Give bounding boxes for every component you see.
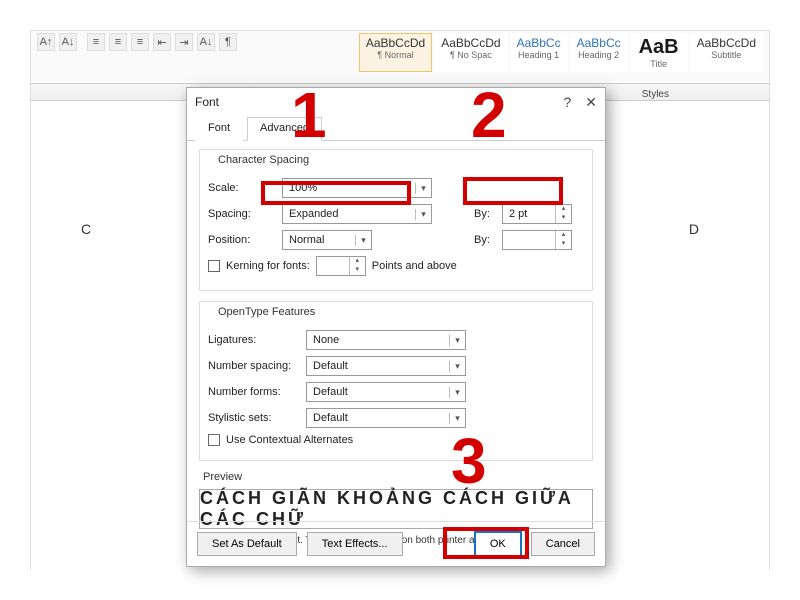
style-preview: AaB (637, 36, 681, 59)
tab-font[interactable]: Font (195, 117, 243, 141)
numforms-value: Default (307, 386, 449, 398)
by1-spinner[interactable]: 2 pt ▴▾ (502, 204, 572, 224)
contextual-checkbox[interactable]: Use Contextual Alternates (208, 434, 353, 446)
chevron-down-icon[interactable]: ▾ (449, 335, 465, 346)
numforms-label: Number forms: (208, 386, 300, 398)
doc-char-left: C (81, 221, 91, 237)
chevron-down-icon[interactable]: ▾ (449, 387, 465, 398)
help-button[interactable]: ? (563, 94, 571, 111)
font-grow-icon[interactable]: A↑ (37, 33, 55, 51)
points-label: Points and above (372, 260, 457, 272)
kerning-spinner[interactable]: ▴▾ (316, 256, 366, 276)
style-preview: AaBbCcDd (697, 36, 756, 50)
ligatures-value: None (307, 334, 449, 346)
ok-button[interactable]: OK (475, 532, 521, 556)
ligatures-label: Ligatures: (208, 334, 300, 346)
spinner-icon[interactable]: ▴▾ (349, 257, 365, 275)
style-name: Subtitle (697, 50, 756, 60)
style-item-3[interactable]: AaBbCcHeading 2 (570, 33, 628, 72)
group-preview: Preview (199, 471, 246, 483)
styles-group-label: Styles (642, 89, 669, 100)
style-item-4[interactable]: AaBTitle (630, 33, 688, 72)
style-item-0[interactable]: AaBbCcDd¶ Normal (359, 33, 432, 72)
style-item-5[interactable]: AaBbCcDdSubtitle (690, 33, 763, 72)
text-effects-button[interactable]: Text Effects... (307, 532, 403, 556)
position-value: Normal (283, 234, 355, 246)
styles-gallery[interactable]: AaBbCcDd¶ NormalAaBbCcDd¶ No SpacAaBbCcH… (359, 33, 763, 72)
by1-value: 2 pt (503, 208, 555, 220)
scale-combo[interactable]: 100% ▾ (282, 178, 432, 198)
numforms-combo[interactable]: Default ▾ (306, 382, 466, 402)
style-name: Title (637, 59, 681, 69)
dialog-titlebar[interactable]: Font ? ✕ (187, 88, 605, 116)
kerning-label: Kerning for fonts: (226, 260, 310, 272)
numspacing-combo[interactable]: Default ▾ (306, 356, 466, 376)
dialog-tabs: Font Advanced (187, 116, 605, 141)
scale-label: Scale: (208, 182, 276, 194)
spinner-icon[interactable]: ▴▾ (555, 205, 571, 223)
spacing-value: Expanded (283, 208, 415, 220)
chevron-down-icon[interactable]: ▾ (415, 209, 431, 220)
ribbon: A↑ A↓ ≡ ≡ ≡ ⇤ ⇥ A↓ ¶ AaBbCcDd¶ NormalAaB… (31, 31, 769, 81)
indent-inc-icon[interactable]: ⇥ (175, 33, 193, 51)
spacing-combo[interactable]: Expanded ▾ (282, 204, 432, 224)
group-opentype: OpenType Features (214, 306, 319, 318)
stylistic-value: Default (307, 412, 449, 424)
style-name: Heading 1 (517, 50, 561, 60)
ligatures-combo[interactable]: None ▾ (306, 330, 466, 350)
font-dialog: Font ? ✕ Font Advanced Character Spacing… (186, 87, 606, 567)
word-window: A↑ A↓ ≡ ≡ ≡ ⇤ ⇥ A↓ ¶ AaBbCcDd¶ NormalAaB… (30, 30, 770, 570)
by2-spinner[interactable]: ▴▾ (502, 230, 572, 250)
doc-char-right: D (689, 221, 699, 237)
position-combo[interactable]: Normal ▾ (282, 230, 372, 250)
set-default-button[interactable]: Set As Default (197, 532, 297, 556)
style-preview: AaBbCc (577, 36, 621, 50)
chevron-down-icon[interactable]: ▾ (449, 413, 465, 424)
style-preview: AaBbCc (517, 36, 561, 50)
style-name: ¶ No Spac (441, 50, 500, 60)
contextual-label: Use Contextual Alternates (226, 434, 353, 446)
numbering-icon[interactable]: ≡ (109, 33, 127, 51)
close-button[interactable]: ✕ (585, 94, 597, 111)
style-name: ¶ Normal (366, 50, 425, 60)
chevron-down-icon[interactable]: ▾ (415, 183, 431, 194)
font-shrink-icon[interactable]: A↓ (59, 33, 77, 51)
position-label: Position: (208, 234, 276, 246)
stylistic-combo[interactable]: Default ▾ (306, 408, 466, 428)
scale-value: 100% (283, 182, 415, 194)
cancel-button[interactable]: Cancel (531, 532, 595, 556)
by1-label: By: (474, 208, 496, 220)
spinner-icon[interactable]: ▴▾ (555, 231, 571, 249)
spacing-label: Spacing: (208, 208, 276, 220)
by2-label: By: (474, 234, 496, 246)
indent-dec-icon[interactable]: ⇤ (153, 33, 171, 51)
pilcrow-icon[interactable]: ¶ (219, 33, 237, 51)
stylistic-label: Stylistic sets: (208, 412, 300, 424)
checkbox-icon[interactable] (208, 260, 220, 272)
style-preview: AaBbCcDd (366, 36, 425, 50)
kerning-checkbox[interactable]: Kerning for fonts: (208, 260, 310, 272)
dialog-button-bar: Set As Default Text Effects... OK Cancel (187, 521, 605, 566)
group-char-spacing: Character Spacing (214, 154, 313, 166)
dialog-title: Font (195, 95, 219, 109)
style-name: Heading 2 (577, 50, 621, 60)
numspacing-label: Number spacing: (208, 360, 300, 372)
tab-advanced[interactable]: Advanced (247, 117, 322, 141)
chevron-down-icon[interactable]: ▾ (355, 235, 371, 246)
multilevel-icon[interactable]: ≡ (131, 33, 149, 51)
style-preview: AaBbCcDd (441, 36, 500, 50)
checkbox-icon[interactable] (208, 434, 220, 446)
numspacing-value: Default (307, 360, 449, 372)
bullets-icon[interactable]: ≡ (87, 33, 105, 51)
sort-icon[interactable]: A↓ (197, 33, 215, 51)
style-item-1[interactable]: AaBbCcDd¶ No Spac (434, 33, 507, 72)
style-item-2[interactable]: AaBbCcHeading 1 (510, 33, 568, 72)
chevron-down-icon[interactable]: ▾ (449, 361, 465, 372)
